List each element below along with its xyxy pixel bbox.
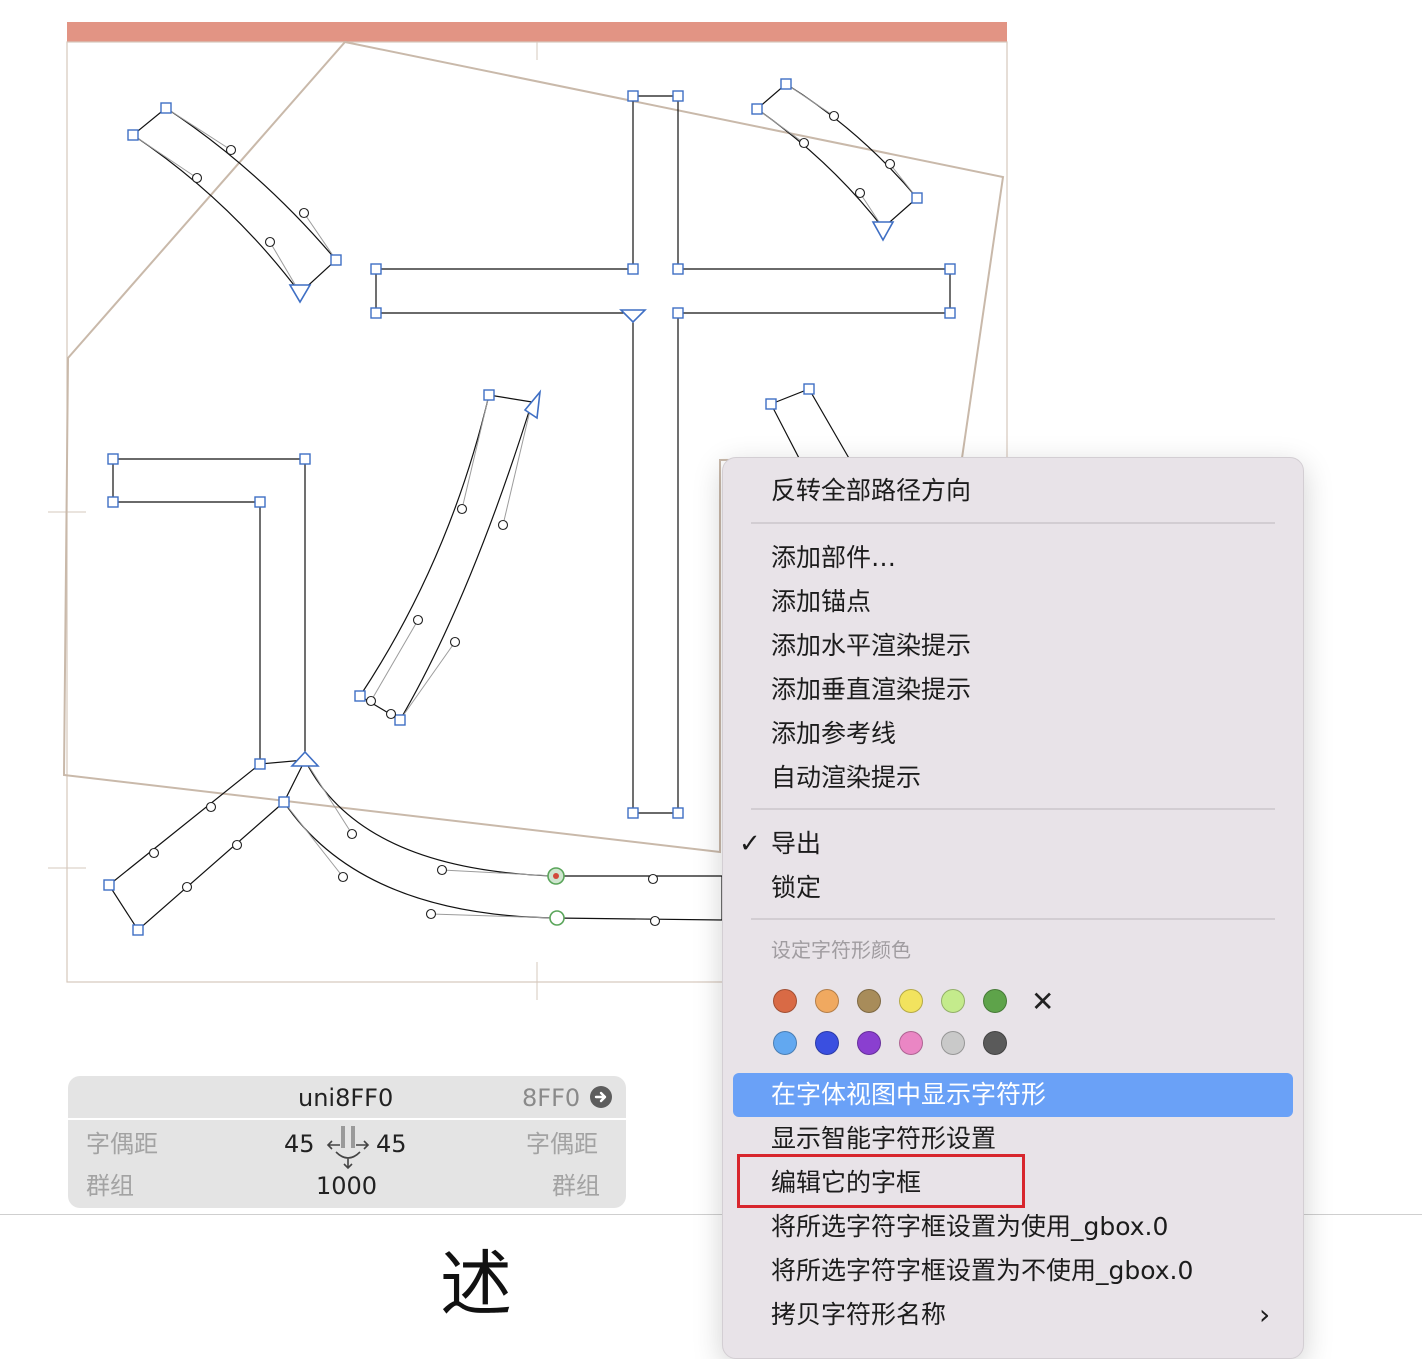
menu-add-guide[interactable]: 添加参考线 <box>771 717 896 751</box>
menu-add-vertical-hint[interactable]: 添加垂直渲染提示 <box>771 673 971 707</box>
color-swatch[interactable] <box>983 1031 1007 1055</box>
menu-separator <box>751 808 1275 810</box>
color-swatch[interactable] <box>899 1031 923 1055</box>
glyph-metrics-panel: 字偶距 45 45 字偶距 群组 1000 群组 <box>68 1120 626 1208</box>
color-swatch[interactable] <box>899 989 923 1013</box>
menu-add-component[interactable]: 添加部件… <box>771 541 896 575</box>
menu-reverse-paths[interactable]: 反转全部路径方向 <box>771 474 971 508</box>
go-to-glyph-icon[interactable] <box>590 1086 612 1108</box>
metric-ticks <box>48 42 538 1000</box>
export-checkmark-icon: ✓ <box>739 829 761 859</box>
color-swatch[interactable] <box>773 1031 797 1055</box>
unicode-value[interactable]: 8FF0 <box>522 1084 580 1112</box>
smooth-nodes[interactable] <box>547 867 565 926</box>
color-swatch[interactable] <box>773 989 797 1013</box>
menu-autohint[interactable]: 自动渲染提示 <box>771 761 921 795</box>
color-swatch[interactable] <box>941 1031 965 1055</box>
glyph-info-header: uni8FF0 8FF0 <box>68 1076 626 1118</box>
menu-set-not-use-gbox[interactable]: 将所选字符字框设置为不使用_gbox.0 <box>771 1254 1193 1288</box>
color-swatch[interactable] <box>983 989 1007 1013</box>
menu-smart-glyph-settings[interactable]: 显示智能字符形设置 <box>771 1122 996 1156</box>
annotation-highlight-box <box>737 1154 1025 1208</box>
left-kerning-label: 字偶距 <box>86 1130 158 1158</box>
right-sidebearing[interactable]: 45 <box>376 1130 407 1158</box>
context-menu: 反转全部路径方向 添加部件… 添加锚点 添加水平渲染提示 添加垂直渲染提示 添加… <box>722 457 1304 1359</box>
right-group-label: 群组 <box>552 1172 600 1200</box>
color-section-title: 设定字符形颜色 <box>771 938 911 962</box>
glyph-width[interactable]: 1000 <box>316 1172 377 1200</box>
submenu-chevron-icon: › <box>1259 1298 1271 1331</box>
color-swatch[interactable] <box>857 1031 881 1055</box>
color-swatch[interactable] <box>857 989 881 1013</box>
menu-show-in-font-view[interactable]: 在字体视图中显示字符形 <box>771 1078 1046 1112</box>
glyph-preview: 述 <box>440 1242 513 1326</box>
left-group-label: 群组 <box>86 1172 134 1200</box>
menu-separator <box>751 918 1275 920</box>
menu-add-horizontal-hint[interactable]: 添加水平渲染提示 <box>771 629 971 663</box>
color-swatch[interactable] <box>815 989 839 1013</box>
menu-set-use-gbox[interactable]: 将所选字符字框设置为使用_gbox.0 <box>771 1210 1168 1244</box>
metrics-link-icon[interactable] <box>326 1124 370 1174</box>
menu-add-anchor[interactable]: 添加锚点 <box>771 585 871 619</box>
right-kerning-label: 字偶距 <box>526 1130 598 1158</box>
menu-export[interactable]: 导出 <box>771 827 821 861</box>
color-swatch[interactable] <box>941 989 965 1013</box>
menu-copy-glyph-name[interactable]: 拷贝字符形名称 <box>771 1298 946 1332</box>
color-swatch[interactable] <box>815 1031 839 1055</box>
left-sidebearing[interactable]: 45 <box>284 1130 315 1158</box>
clear-color-icon[interactable]: ✕ <box>1031 986 1054 1018</box>
menu-lock[interactable]: 锁定 <box>771 871 821 905</box>
menu-separator <box>751 522 1275 524</box>
glyph-name[interactable]: uni8FF0 <box>298 1084 393 1112</box>
glyph-box-top-bar <box>67 22 1007 42</box>
